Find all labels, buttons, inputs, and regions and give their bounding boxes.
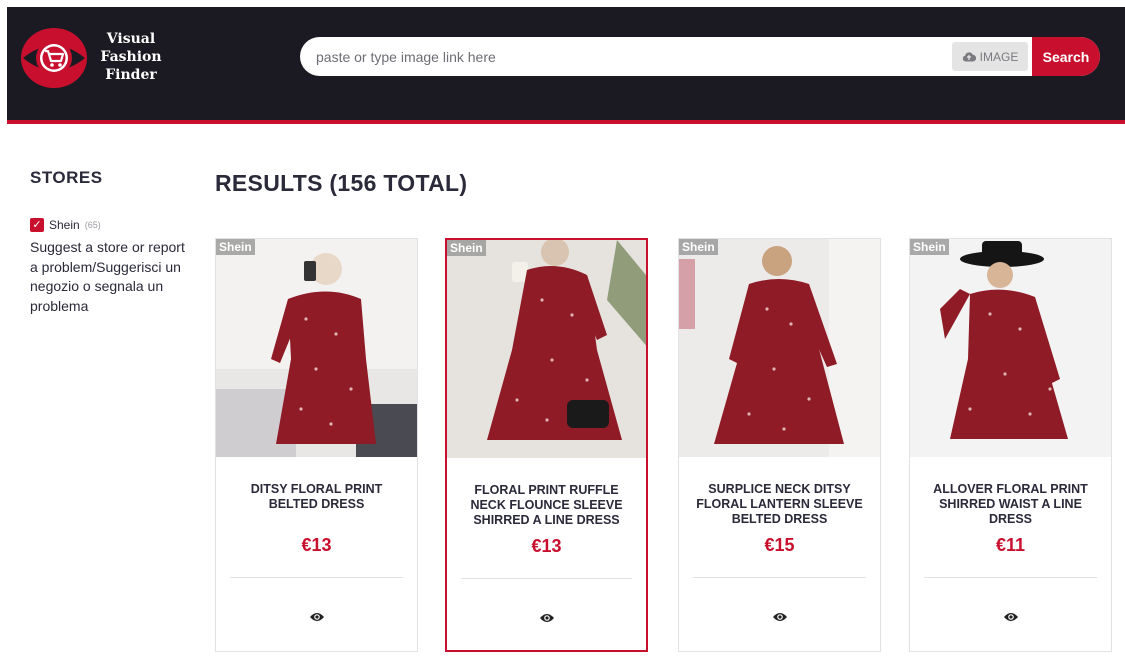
product-title[interactable]: FLORAL PRINT RUFFLE NECK FLOUNCE SLEEVE …	[461, 483, 632, 528]
product-card[interactable]: Shein ALLOVER FLORAL PRINT SHIRRED WAIST…	[909, 238, 1112, 652]
search-button[interactable]: Search	[1032, 37, 1100, 76]
product-photo	[679, 239, 880, 457]
search-bar: IMAGE Search	[300, 37, 1100, 76]
shopping-cart-icon	[21, 28, 87, 88]
product-title[interactable]: ALLOVER FLORAL PRINT SHIRRED WAIST A LIN…	[924, 482, 1097, 527]
card-divider	[924, 577, 1097, 578]
store-tag: Shein	[910, 239, 949, 255]
eye-icon[interactable]	[1003, 611, 1019, 623]
store-tag: Shein	[447, 240, 486, 256]
product-image[interactable]: Shein	[679, 239, 880, 457]
product-price: €15	[764, 535, 795, 555]
image-upload-button[interactable]: IMAGE	[952, 42, 1028, 71]
results-heading: RESULTS (156 TOTAL)	[215, 170, 468, 196]
cloud-upload-icon	[962, 52, 976, 62]
eye-icon[interactable]	[309, 611, 325, 623]
logo[interactable]: Visual Fashion Finder	[21, 27, 171, 89]
product-photo	[910, 239, 1111, 457]
brand-name: Visual Fashion Finder	[100, 31, 162, 83]
card-divider	[461, 578, 632, 579]
store-filter-shein[interactable]: ✓ Shein (65)	[30, 218, 200, 232]
checkmark-icon[interactable]: ✓	[30, 218, 44, 232]
product-image[interactable]: Shein	[910, 239, 1111, 457]
product-image[interactable]: Shein	[447, 240, 646, 458]
product-title[interactable]: DITSY FLORAL PRINT BELTED DRESS	[230, 482, 403, 512]
site-header: Visual Fashion Finder IMAGE Search	[7, 7, 1125, 124]
search-input[interactable]	[300, 37, 940, 76]
product-title[interactable]: SURPLICE NECK DITSY FLORAL LANTERN SLEEV…	[693, 482, 866, 527]
suggest-store-link[interactable]: Suggest a store or report a problem/Sugg…	[30, 238, 195, 316]
product-photo	[216, 239, 417, 457]
image-button-label: IMAGE	[979, 49, 1019, 64]
eye-icon[interactable]	[772, 611, 788, 623]
product-card[interactable]: Shein SURPLICE NECK DITSY FLORAL LANTERN…	[678, 238, 881, 652]
card-divider	[230, 577, 403, 578]
eye-icon[interactable]	[539, 612, 555, 624]
store-tag: Shein	[216, 239, 255, 255]
product-card[interactable]: Shein DITSY FLORAL PRINT BELTED DRESS €1…	[215, 238, 418, 652]
product-card[interactable]: Shein FLORAL PRINT RUFFLE NECK FLOUNCE S…	[445, 238, 648, 652]
store-filter-count: (65)	[84, 220, 101, 230]
product-price: €11	[995, 535, 1026, 555]
sidebar: STORES ✓ Shein (65) Suggest a store or r…	[30, 168, 200, 316]
stores-heading: STORES	[30, 168, 103, 187]
card-divider	[693, 577, 866, 578]
product-price: €13	[301, 535, 332, 555]
store-tag: Shein	[679, 239, 718, 255]
store-filter-label: Shein	[49, 218, 80, 232]
product-image[interactable]: Shein	[216, 239, 417, 457]
product-photo	[447, 240, 646, 458]
product-price: €13	[531, 536, 562, 556]
